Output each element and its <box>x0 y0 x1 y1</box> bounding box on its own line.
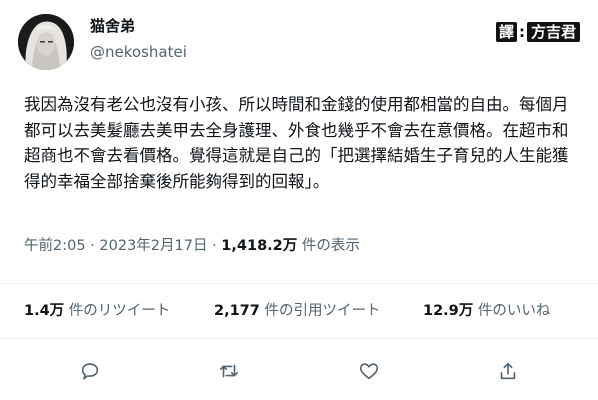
meta-separator: · <box>207 238 222 254</box>
share-icon[interactable] <box>497 360 519 382</box>
post-date[interactable]: 2023年2月17日 <box>99 238 207 254</box>
quotes-stat[interactable]: 2,177 件の引用ツイート <box>214 301 380 321</box>
retweets-stat[interactable]: 1.4万 件のリツイート <box>24 301 170 321</box>
quotes-label: 件の引用ツイート <box>259 303 381 319</box>
divider <box>0 338 598 339</box>
profile-photo <box>18 14 74 70</box>
retweets-count: 1.4万 <box>24 303 65 319</box>
retweet-icon[interactable] <box>218 360 240 382</box>
username-handle[interactable]: @nekoshatei <box>90 42 187 62</box>
tweet-text: 我因為沒有老公也沒有小孩、所以時間和金錢的使用都相當的自由。每個月都可以去美髮廳… <box>24 95 569 191</box>
views-label: 件の表示 <box>297 238 360 254</box>
translator-watermark: 譯 : 方吉君 <box>495 22 580 42</box>
retweets-label: 件のリツイート <box>64 303 171 319</box>
watermark-separator: : <box>518 23 525 41</box>
reply-icon[interactable] <box>79 360 101 382</box>
post-time[interactable]: 午前2:05 <box>24 238 86 254</box>
meta-separator: · <box>85 238 100 254</box>
likes-label: 件のいいね <box>473 303 551 319</box>
avatar[interactable] <box>18 14 74 70</box>
quotes-count: 2,177 <box>214 303 260 319</box>
like-icon[interactable] <box>358 360 380 382</box>
likes-stat[interactable]: 12.9万 件のいいね <box>423 301 550 321</box>
display-name[interactable]: 猫舍弟 <box>90 16 135 36</box>
translation-tag: 譯 <box>495 22 517 42</box>
views-count: 1,418.2万 <box>221 238 298 254</box>
translator-name: 方吉君 <box>526 22 580 42</box>
likes-count: 12.9万 <box>423 303 474 319</box>
tweet-meta: 午前2:05 · 2023年2月17日 · 1,418.2万 件の表示 <box>24 236 360 256</box>
divider <box>0 283 598 284</box>
